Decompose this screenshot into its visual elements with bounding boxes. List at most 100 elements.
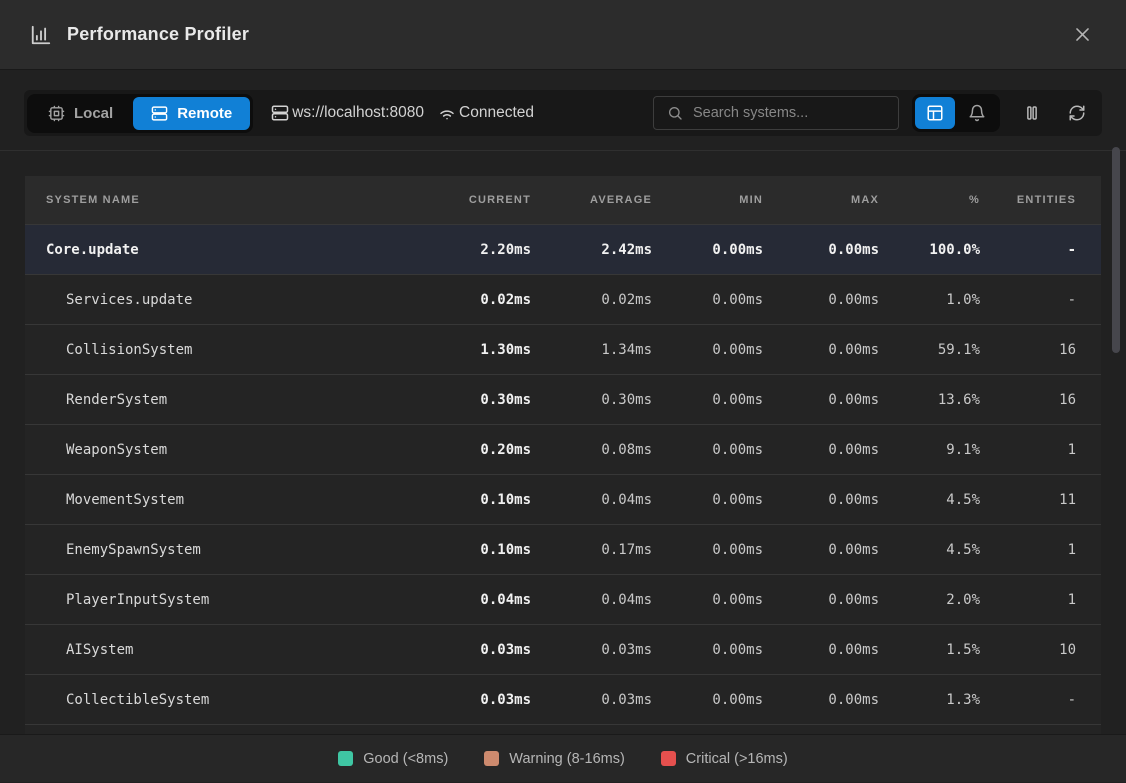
cell-max: 0.00ms bbox=[763, 542, 879, 558]
table-row[interactable]: MovementSystem 0.10ms 0.04ms 0.00ms 0.00… bbox=[25, 474, 1101, 524]
pause-icon bbox=[1023, 104, 1041, 122]
table-body: Core.update 2.20ms 2.42ms 0.00ms 0.00ms … bbox=[25, 224, 1101, 734]
cell-entities: 16 bbox=[980, 392, 1101, 408]
table-row[interactable]: CollectibleSystem 0.03ms 0.03ms 0.00ms 0… bbox=[25, 674, 1101, 724]
pause-button[interactable] bbox=[1019, 100, 1045, 126]
cell-entities: - bbox=[980, 292, 1101, 308]
cell-average: 1.34ms bbox=[531, 342, 652, 358]
legend-item: Warning (8-16ms) bbox=[484, 751, 625, 767]
table-view-button[interactable] bbox=[915, 97, 955, 129]
cell-current: 2.20ms bbox=[411, 242, 531, 258]
mode-toggle: Local Remote bbox=[27, 94, 253, 133]
cell-percent: 1.3% bbox=[879, 692, 980, 708]
column-header-entities[interactable]: ENTITIES bbox=[980, 194, 1101, 206]
cell-entities: 1 bbox=[980, 442, 1101, 458]
cell-system-name: Services.update bbox=[25, 292, 411, 308]
legend-label: Warning (8-16ms) bbox=[509, 751, 625, 767]
cell-max: 0.00ms bbox=[763, 492, 879, 508]
scrollbar-thumb[interactable] bbox=[1112, 147, 1120, 353]
server-icon bbox=[271, 104, 289, 122]
cell-max: 0.00ms bbox=[763, 692, 879, 708]
cell-max: 0.00ms bbox=[763, 292, 879, 308]
cell-percent: 9.1% bbox=[879, 442, 980, 458]
table-row[interactable]: WeaponSystem 0.20ms 0.08ms 0.00ms 0.00ms… bbox=[25, 424, 1101, 474]
local-mode-label: Local bbox=[74, 105, 113, 122]
column-header-min[interactable]: MIN bbox=[652, 194, 763, 206]
cell-max: 0.00ms bbox=[763, 342, 879, 358]
table-row[interactable]: CollisionSystem 1.30ms 1.34ms 0.00ms 0.0… bbox=[25, 324, 1101, 374]
remote-mode-button[interactable]: Remote bbox=[133, 97, 250, 130]
table-row[interactable]: RenderSystem 0.30ms 0.30ms 0.00ms 0.00ms… bbox=[25, 374, 1101, 424]
table-header-row: SYSTEM NAME CURRENT AVERAGE MIN MAX % EN… bbox=[25, 176, 1101, 224]
cell-percent: 2.0% bbox=[879, 592, 980, 608]
cell-min: 0.00ms bbox=[652, 392, 763, 408]
legend-swatch bbox=[484, 751, 499, 766]
search-input[interactable] bbox=[693, 105, 885, 121]
cell-entities: - bbox=[980, 692, 1101, 708]
cell-current: 0.10ms bbox=[411, 542, 531, 558]
cell-entities: 16 bbox=[980, 342, 1101, 358]
cell-percent: 1.5% bbox=[879, 642, 980, 658]
table-row[interactable]: Services.update 0.02ms 0.02ms 0.00ms 0.0… bbox=[25, 274, 1101, 324]
toolbar-left: Local Remote ws://localhost:8080 bbox=[27, 94, 534, 133]
connection-url-text: ws://localhost:8080 bbox=[292, 104, 424, 122]
column-header-percent[interactable]: % bbox=[879, 194, 980, 206]
cell-percent: 59.1% bbox=[879, 342, 980, 358]
search-box bbox=[653, 96, 899, 130]
column-header-system-name[interactable]: SYSTEM NAME bbox=[25, 194, 411, 206]
legend-item: Critical (>16ms) bbox=[661, 751, 788, 767]
legend-swatch bbox=[661, 751, 676, 766]
titlebar: Performance Profiler bbox=[0, 0, 1126, 70]
cell-system-name: CollisionSystem bbox=[25, 342, 411, 358]
table-section: SYSTEM NAME CURRENT AVERAGE MIN MAX % EN… bbox=[0, 150, 1126, 734]
cell-entities: 1 bbox=[980, 542, 1101, 558]
column-header-max[interactable]: MAX bbox=[763, 194, 879, 206]
cell-max: 0.00ms bbox=[763, 392, 879, 408]
table-row[interactable]: PlayerInputSystem 0.04ms 0.04ms 0.00ms 0… bbox=[25, 574, 1101, 624]
cell-current: 0.10ms bbox=[411, 492, 531, 508]
cell-current: 0.03ms bbox=[411, 692, 531, 708]
cell-average: 0.30ms bbox=[531, 392, 652, 408]
table-row[interactable]: AISystem 0.03ms 0.03ms 0.00ms 0.00ms 1.5… bbox=[25, 624, 1101, 674]
cell-percent: 1.0% bbox=[879, 292, 980, 308]
bell-icon bbox=[968, 104, 986, 122]
cell-min: 0.00ms bbox=[652, 642, 763, 658]
window-title: Performance Profiler bbox=[67, 24, 249, 45]
cell-average: 2.42ms bbox=[531, 242, 652, 258]
table-row[interactable]: Core.update 2.20ms 2.42ms 0.00ms 0.00ms … bbox=[25, 224, 1101, 274]
connection-status-text: Connected bbox=[459, 104, 534, 122]
wifi-icon bbox=[438, 104, 456, 122]
cell-system-name: WeaponSystem bbox=[25, 442, 411, 458]
cell-current: 0.30ms bbox=[411, 392, 531, 408]
table-row[interactable]: EnemySpawnSystem 0.10ms 0.17ms 0.00ms 0.… bbox=[25, 524, 1101, 574]
cell-system-name: Core.update bbox=[25, 242, 411, 258]
column-header-average[interactable]: AVERAGE bbox=[531, 194, 652, 206]
cell-average: 0.02ms bbox=[531, 292, 652, 308]
legend-swatch bbox=[338, 751, 353, 766]
cell-entities: 1 bbox=[980, 592, 1101, 608]
cell-current: 1.30ms bbox=[411, 342, 531, 358]
cell-min: 0.00ms bbox=[652, 342, 763, 358]
cell-entities: 11 bbox=[980, 492, 1101, 508]
local-mode-button[interactable]: Local bbox=[30, 97, 131, 130]
cell-average: 0.08ms bbox=[531, 442, 652, 458]
column-header-current[interactable]: CURRENT bbox=[411, 194, 531, 206]
cell-current: 0.04ms bbox=[411, 592, 531, 608]
cell-system-name: CollectibleSystem bbox=[25, 692, 411, 708]
legend-item: Good (<8ms) bbox=[338, 751, 448, 767]
cell-min: 0.00ms bbox=[652, 242, 763, 258]
cell-min: 0.00ms bbox=[652, 592, 763, 608]
cell-min: 0.00ms bbox=[652, 292, 763, 308]
table-row[interactable] bbox=[25, 724, 1101, 734]
close-button[interactable] bbox=[1069, 21, 1096, 48]
legend-label: Critical (>16ms) bbox=[686, 751, 788, 767]
cell-entities: 10 bbox=[980, 642, 1101, 658]
close-icon bbox=[1073, 25, 1092, 44]
cell-current: 0.02ms bbox=[411, 292, 531, 308]
scrollbar[interactable] bbox=[1112, 147, 1120, 735]
alerts-button[interactable] bbox=[957, 97, 997, 129]
view-toggle bbox=[912, 94, 1000, 132]
refresh-button[interactable] bbox=[1064, 100, 1090, 126]
cell-min: 0.00ms bbox=[652, 692, 763, 708]
cell-current: 0.03ms bbox=[411, 642, 531, 658]
